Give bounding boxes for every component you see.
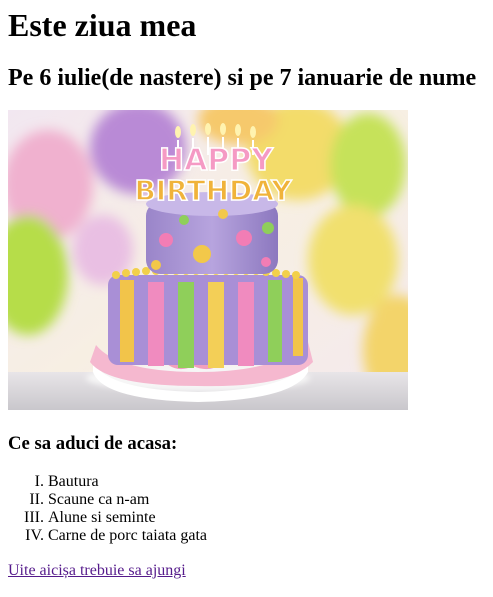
page-title: Este ziua mea — [8, 7, 197, 43]
list-item: Carne de porc taiata gata — [48, 527, 207, 545]
list-item: Bautura — [48, 473, 207, 491]
list-item: Alune si seminte — [48, 509, 207, 527]
list-heading: Ce sa aduci de acasa: — [8, 433, 178, 454]
list-item: Scaune ca n-am — [48, 491, 207, 509]
directions-link[interactable]: Uite aicișa trebuie sa ajungi — [8, 562, 186, 580]
birthday-cake-image: HAPPY BIRTHDAY — [8, 110, 408, 410]
topper-birthday-text: BIRTHDAY — [134, 174, 292, 207]
items-list: Bautura Scaune ca n-am Alune si seminte … — [8, 473, 207, 545]
page-subtitle: Pe 6 iulie(de nastere) si pe 7 ianuarie … — [8, 65, 477, 91]
topper-happy-text: HAPPY — [159, 143, 274, 178]
